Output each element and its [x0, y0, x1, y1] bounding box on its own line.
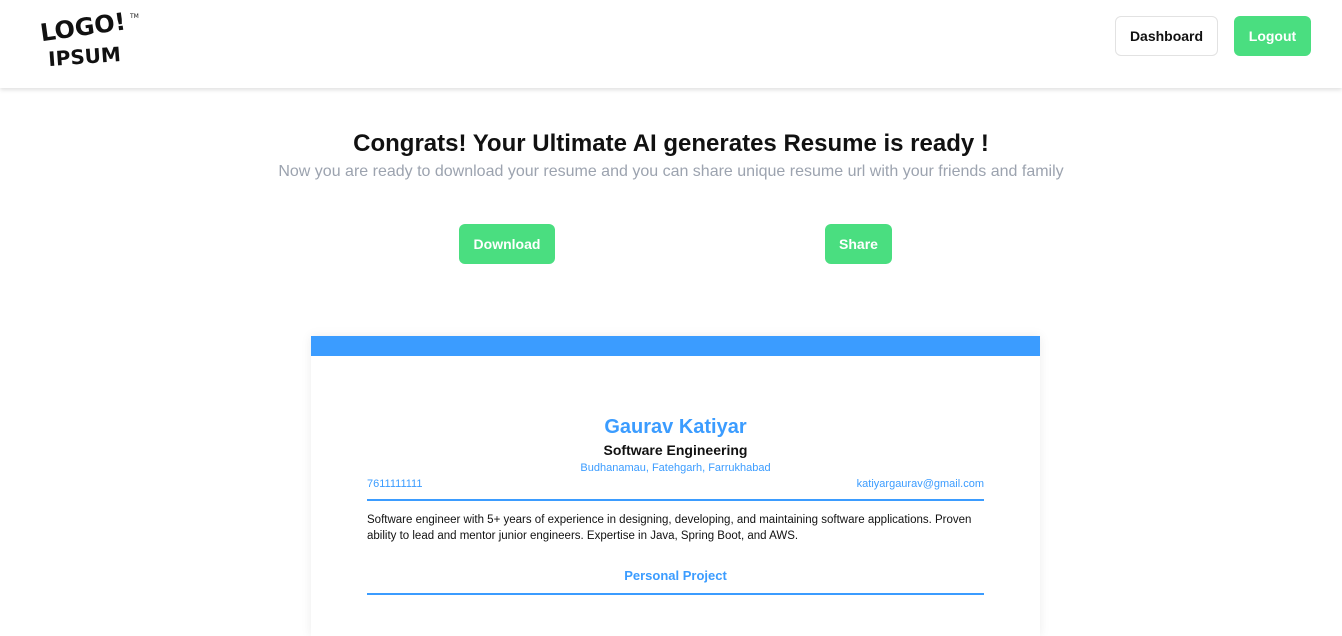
dashboard-button[interactable]: Dashboard [1115, 16, 1218, 56]
resume-section-divider [367, 593, 984, 595]
resume-preview: Gaurav Katiyar Software Engineering Budh… [311, 336, 1040, 636]
resume-phone: 7611111111 [367, 478, 423, 490]
page-subtitle: Now you are ready to download your resum… [278, 163, 1064, 180]
top-header: LOGO! IPSUM TM Dashboard Logout [0, 0, 1342, 88]
resume-name: Gaurav Katiyar [604, 416, 747, 438]
logo-ipsum-logo[interactable]: LOGO! IPSUM TM [38, 6, 142, 70]
svg-text:TM: TM [129, 13, 139, 20]
download-button[interactable]: Download [459, 224, 555, 264]
page-title: Congrats! Your Ultimate AI generates Res… [353, 130, 989, 157]
resume-top-bar [311, 336, 1040, 356]
resume-divider [367, 499, 984, 501]
logout-button[interactable]: Logout [1234, 16, 1311, 56]
resume-address: Budhanamau, Fatehgarh, Farrukhabad [580, 462, 771, 474]
resume-section-title: Personal Project [624, 568, 727, 583]
resume-email: katiyargaurav@gmail.com [856, 478, 984, 490]
share-button[interactable]: Share [825, 224, 892, 264]
resume-summary: Software engineer with 5+ years of exper… [367, 514, 972, 542]
svg-text:IPSUM: IPSUM [47, 42, 121, 70]
svg-text:LOGO!: LOGO! [38, 7, 127, 47]
resume-job-title: Software Engineering [603, 442, 748, 458]
